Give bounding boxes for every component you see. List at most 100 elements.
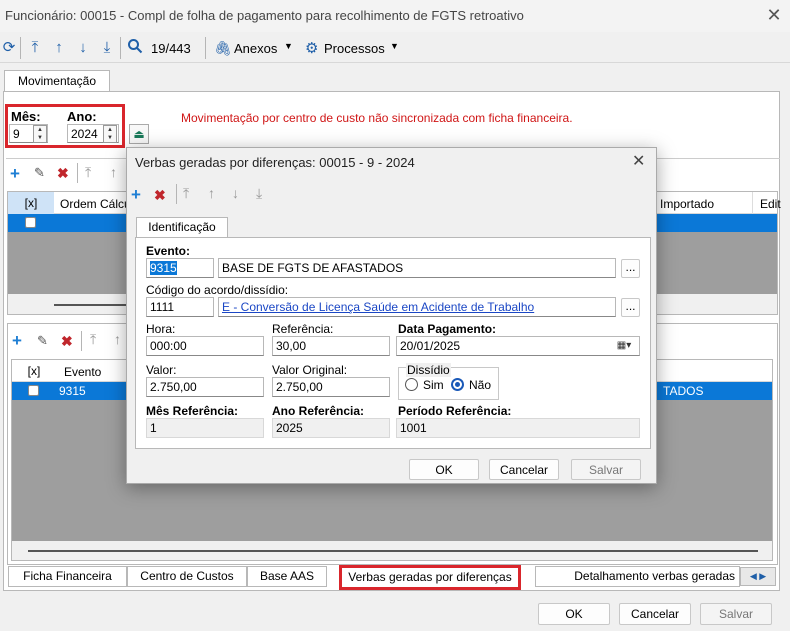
add-icon[interactable]: + (131, 185, 141, 205)
ano-spinner[interactable]: ▲ ▼ (103, 125, 117, 143)
cancel-button[interactable]: Cancelar (619, 603, 691, 625)
valor-original-input[interactable]: 2.750,00 (272, 377, 390, 397)
row-evento: 9315 (59, 384, 86, 398)
data-pagamento-value: 20/01/2025 (400, 339, 461, 353)
previous-record-icon[interactable]: ↑ (50, 38, 68, 58)
processos-label: Processos (324, 41, 385, 56)
evento-description: BASE DE FGTS DE AFASTADOS (218, 258, 616, 278)
last-record-icon[interactable]: ⤓ (98, 38, 116, 58)
dissidio-nao-radio[interactable] (451, 378, 464, 391)
tab-ficha-financeira[interactable]: Ficha Financeira (8, 566, 127, 587)
last-record-icon[interactable]: ⤓ (256, 185, 262, 202)
search-icon[interactable] (126, 38, 144, 58)
gear-icon: ⚙ (305, 40, 319, 57)
delete-icon[interactable]: ✖ (57, 165, 69, 182)
mes-referencia-label: Mês Referência: (146, 404, 239, 418)
tab-centro-de-custos[interactable]: Centro de Custos (127, 566, 247, 587)
dissidio-sim-label: Sim (423, 378, 444, 392)
sync-icon[interactable]: ⏏ (129, 124, 149, 144)
scrollbar-thumb[interactable] (28, 550, 758, 552)
move-up-icon[interactable]: ↑ (110, 164, 117, 180)
first-record-icon[interactable]: ⤒ (26, 38, 44, 58)
verbas-dialog: Verbas geradas por diferenças: 00015 - 9… (126, 147, 657, 484)
toolbar-separator (77, 163, 78, 183)
periodo-referencia-value: 1001 (396, 418, 640, 438)
tab-detalhamento-verbas[interactable]: Detalhamento verbas geradas (535, 566, 740, 587)
data-pagamento-label: Data Pagamento: (398, 322, 497, 336)
dialog-ok-button[interactable]: OK (409, 459, 479, 480)
acordo-description[interactable]: E - Conversão de Licença Saúde em Aciden… (218, 297, 616, 317)
move-up-icon[interactable]: ↑ (114, 331, 121, 347)
refresh-icon[interactable]: ⟳ (0, 38, 18, 58)
close-icon[interactable]: ✕ (764, 5, 784, 25)
delete-icon[interactable]: ✖ (154, 187, 166, 204)
valor-input[interactable]: 2.750,00 (146, 377, 264, 397)
column-divider (752, 192, 753, 214)
evento-label: Evento: (146, 244, 191, 258)
window-title: Funcionário: 00015 - Compl de folha de p… (5, 8, 524, 23)
acordo-lookup-button[interactable]: ... (621, 298, 640, 317)
tab-scroll-arrows[interactable]: ◀ ▶ (740, 567, 776, 586)
column-edit[interactable]: Edit (760, 197, 781, 211)
valor-original-label: Valor Original: (272, 363, 348, 377)
chevron-down-icon: ▼ (284, 41, 293, 51)
toolbar-separator (20, 37, 21, 59)
anexos-label: Anexos (234, 41, 278, 56)
calendar-icon[interactable]: ▦▾ (611, 338, 637, 354)
ano-referencia-value: 2025 (272, 418, 390, 438)
paperclip-icon: 🖇 (214, 40, 232, 56)
dialog-cancel-button[interactable]: Cancelar (489, 459, 559, 480)
next-record-icon[interactable]: ↓ (232, 185, 239, 201)
dialog-title: Verbas geradas por diferenças: 00015 - 9… (135, 155, 415, 170)
referencia-input[interactable]: 30,00 (272, 336, 390, 356)
ok-button[interactable]: OK (538, 603, 610, 625)
row-checkbox[interactable] (28, 385, 39, 396)
chevron-down-icon: ▼ (390, 41, 399, 51)
add-icon[interactable]: + (10, 164, 20, 184)
row-description: TADOS (663, 384, 704, 398)
ano-label: Ano: (67, 109, 97, 124)
dissidio-nao-label: Não (469, 378, 492, 392)
tab-movimentacao[interactable]: Movimentação (4, 70, 110, 92)
select-all-column[interactable]: [x] (12, 360, 56, 382)
column-evento[interactable]: Evento (64, 365, 101, 379)
move-first-icon[interactable]: ⤒ (85, 164, 91, 181)
dissidio-sim-radio[interactable] (405, 378, 418, 391)
evento-code-input[interactable]: 9315 (146, 258, 214, 278)
column-importado[interactable]: Importado (660, 197, 714, 211)
edit-icon[interactable]: ✎ (34, 165, 45, 181)
add-icon[interactable]: + (12, 331, 22, 351)
valor-label: Valor: (146, 363, 177, 377)
title-bar: Funcionário: 00015 - Compl de folha de p… (0, 0, 790, 32)
hora-label: Hora: (146, 322, 176, 336)
previous-record-icon[interactable]: ↑ (208, 185, 215, 201)
toolbar-separator (81, 331, 82, 351)
dialog-save-button[interactable]: Salvar (571, 459, 641, 480)
lower-grid-scrollbar[interactable] (12, 541, 772, 560)
evento-lookup-button[interactable]: ... (621, 259, 640, 278)
acordo-code-input[interactable]: 1111 (146, 297, 214, 317)
edit-icon[interactable]: ✎ (37, 333, 48, 349)
row-checkbox[interactable] (25, 217, 36, 228)
processos-button[interactable]: ⚙ Processos ▼ (304, 39, 404, 59)
select-all-column[interactable]: [x] (8, 192, 54, 214)
evento-code-value: 9315 (150, 261, 177, 275)
close-icon[interactable]: ✕ (632, 151, 645, 171)
tab-identificacao[interactable]: Identificação (136, 217, 228, 238)
mes-spinner[interactable]: ▲ ▼ (33, 125, 47, 143)
hora-input[interactable]: 000:00 (146, 336, 264, 356)
tab-base-aas[interactable]: Base AAS (247, 566, 327, 587)
move-first-icon[interactable]: ⤒ (90, 331, 96, 348)
mes-referencia-value: 1 (146, 418, 264, 438)
toolbar-separator (176, 184, 177, 204)
main-toolbar: ⟳ ⤒ ↑ ↓ ⤓ 19/443 🖇 Anexos ▼ ⚙ Processos … (0, 33, 790, 63)
first-record-icon[interactable]: ⤒ (183, 185, 189, 202)
next-record-icon[interactable]: ↓ (74, 38, 92, 58)
data-pagamento-input[interactable]: 20/01/2025 (396, 336, 640, 356)
toolbar-separator (120, 37, 121, 59)
anexos-button[interactable]: 🖇 Anexos ▼ (212, 39, 302, 59)
acordo-link[interactable]: E - Conversão de Licença Saúde em Aciden… (222, 300, 534, 314)
delete-icon[interactable]: ✖ (61, 333, 73, 350)
save-button[interactable]: Salvar (700, 603, 772, 625)
tab-verbas-geradas[interactable]: Verbas geradas por diferenças (339, 565, 521, 590)
